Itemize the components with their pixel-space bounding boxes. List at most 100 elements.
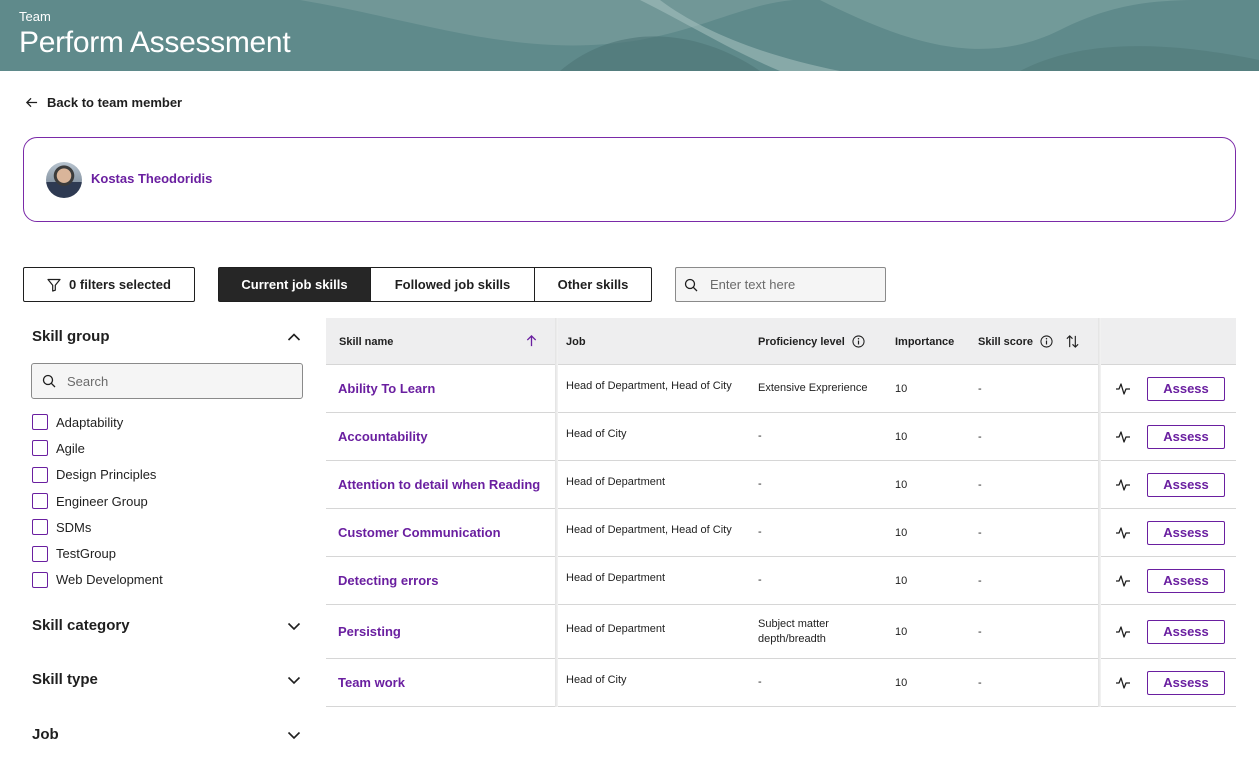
job-cell: Head of Department, Head of City <box>566 524 732 536</box>
skill-name-link[interactable]: Ability To Learn <box>338 365 435 412</box>
checkbox[interactable] <box>32 545 48 562</box>
pulse-icon[interactable] <box>1115 625 1131 639</box>
checkbox[interactable] <box>32 571 48 588</box>
skill-group-search-box <box>31 363 303 399</box>
skills-table: Skill name Job Proficiency level Importa… <box>326 318 1236 707</box>
importance-cell: 10 <box>895 478 908 491</box>
proficiency-cell: - <box>758 478 762 490</box>
skill-name-link[interactable]: Persisting <box>338 605 401 658</box>
skill-score-cell: - <box>978 478 982 491</box>
skill-group-option[interactable]: SDMs <box>32 514 163 540</box>
skill-search-input[interactable] <box>710 277 870 292</box>
assess-button[interactable]: Assess <box>1147 670 1225 695</box>
importance-cell: 10 <box>895 526 908 539</box>
facet-skill-type-header[interactable]: Skill type <box>32 671 302 688</box>
assess-button[interactable]: Assess <box>1147 619 1225 644</box>
arrow-up-icon[interactable] <box>525 334 538 347</box>
skill-name-link[interactable]: Customer Communication <box>338 509 501 556</box>
facet-skill-category-header[interactable]: Skill category <box>32 617 302 634</box>
skill-group-option[interactable]: Design Principles <box>32 462 163 488</box>
facet-job-title: Job <box>32 726 59 743</box>
column-header-job: Job <box>566 318 586 365</box>
option-label: SDMs <box>56 519 92 535</box>
skill-score-cell: - <box>978 625 982 638</box>
chevron-down-icon <box>287 676 301 684</box>
assess-button[interactable]: Assess <box>1147 424 1225 449</box>
back-to-team-member-link[interactable]: Back to team member <box>25 95 182 110</box>
skill-group-option[interactable]: Adaptability <box>32 409 163 435</box>
checkbox[interactable] <box>32 414 48 431</box>
member-name-link[interactable]: Kostas Theodoridis <box>91 171 212 186</box>
skill-group-option[interactable]: Engineer Group <box>32 488 163 514</box>
skill-score-cell: - <box>978 382 982 395</box>
tab-current-job-skills[interactable]: Current job skills <box>218 267 371 302</box>
member-card: Kostas Theodoridis <box>23 137 1236 222</box>
option-label: TestGroup <box>56 546 116 562</box>
importance-cell: 10 <box>895 625 908 638</box>
column-header-skill-score: Skill score <box>978 318 1080 365</box>
checkbox[interactable] <box>32 466 48 483</box>
column-label: Job <box>566 335 586 348</box>
option-label: Agile <box>56 440 85 456</box>
skill-name-link[interactable]: Attention to detail when Reading <box>338 461 540 508</box>
proficiency-cell: - <box>758 574 762 586</box>
info-icon[interactable] <box>852 335 865 348</box>
header-eyebrow: Team <box>19 9 51 24</box>
skill-group-options: Adaptability Agile Design Principles Eng… <box>32 409 163 593</box>
sort-icon[interactable] <box>1065 334 1080 349</box>
importance-cell: 10 <box>895 574 908 587</box>
pulse-icon[interactable] <box>1115 430 1131 444</box>
proficiency-cell: Subject matter depth/breadth <box>758 617 829 645</box>
option-label: Design Principles <box>56 467 157 483</box>
skill-group-option[interactable]: TestGroup <box>32 540 163 566</box>
info-icon[interactable] <box>1040 335 1053 348</box>
facet-skill-category-title: Skill category <box>32 617 130 634</box>
skill-score-cell: - <box>978 574 982 587</box>
job-cell: Head of City <box>566 674 627 686</box>
assess-button[interactable]: Assess <box>1147 472 1225 497</box>
facet-job-header[interactable]: Job <box>32 726 302 743</box>
column-header-skill-name[interactable]: Skill name <box>339 318 393 365</box>
skill-group-option[interactable]: Web Development <box>32 567 163 593</box>
back-link-label: Back to team member <box>47 95 183 110</box>
skill-group-option[interactable]: Agile <box>32 435 163 461</box>
column-header-proficiency: Proficiency level <box>758 318 865 365</box>
skill-score-cell: - <box>978 430 982 443</box>
chevron-down-icon <box>287 731 301 739</box>
job-cell: Head of Department <box>566 572 666 584</box>
search-icon <box>42 374 56 388</box>
job-cell: Head of Department <box>566 476 666 488</box>
skill-group-search-input[interactable] <box>67 373 227 389</box>
column-label: Importance <box>895 335 955 348</box>
skill-search-box <box>675 267 886 302</box>
job-cell: Head of Department <box>566 623 666 635</box>
importance-cell: 10 <box>895 430 908 443</box>
facet-skill-group-header[interactable]: Skill group <box>32 328 302 345</box>
tab-other-skills[interactable]: Other skills <box>535 267 652 302</box>
pulse-icon[interactable] <box>1115 478 1131 492</box>
skill-name-link[interactable]: Accountability <box>338 413 428 460</box>
skill-name-link[interactable]: Team work <box>338 659 405 706</box>
facet-skill-type-title: Skill type <box>32 671 98 688</box>
tab-followed-job-skills[interactable]: Followed job skills <box>371 267 535 302</box>
page-title: Perform Assessment <box>19 26 291 59</box>
pulse-icon[interactable] <box>1115 676 1131 690</box>
checkbox[interactable] <box>32 519 48 536</box>
skill-score-cell: - <box>978 676 982 689</box>
checkbox[interactable] <box>32 440 48 457</box>
avatar <box>46 162 82 198</box>
column-header-importance: Importance <box>895 318 954 365</box>
assess-button[interactable]: Assess <box>1147 376 1225 401</box>
column-label: Skill name <box>339 335 394 348</box>
importance-cell: 10 <box>895 382 908 395</box>
pulse-icon[interactable] <box>1115 526 1131 540</box>
pulse-icon[interactable] <box>1115 382 1131 396</box>
importance-cell: 10 <box>895 676 908 689</box>
checkbox[interactable] <box>32 493 48 510</box>
skill-name-link[interactable]: Detecting errors <box>338 557 438 604</box>
assess-button[interactable]: Assess <box>1147 568 1225 593</box>
skill-score-cell: - <box>978 526 982 539</box>
assess-button[interactable]: Assess <box>1147 520 1225 545</box>
pulse-icon[interactable] <box>1115 574 1131 588</box>
filters-button[interactable]: 0 filters selected <box>23 267 195 302</box>
